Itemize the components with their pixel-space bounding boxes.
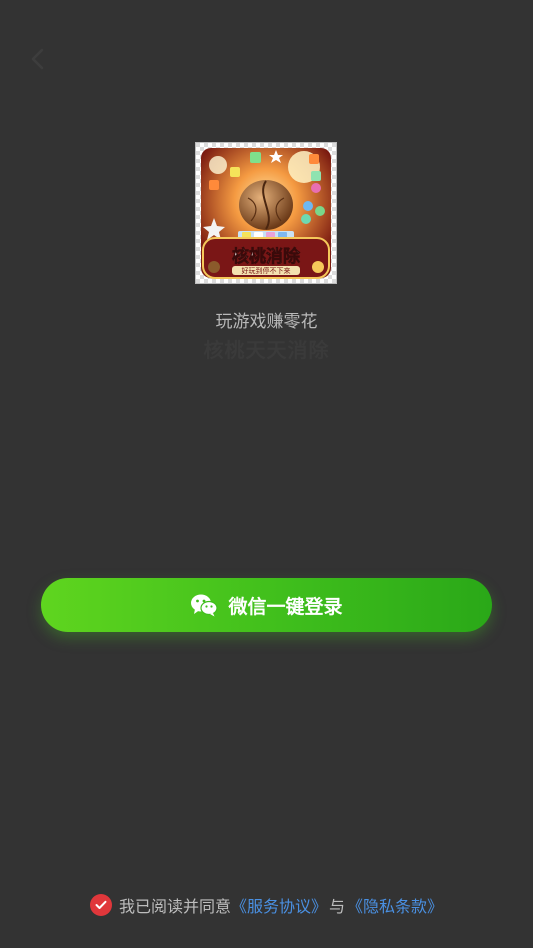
icon-title: 核桃消除 [232, 246, 301, 267]
agree-checkbox[interactable] [89, 894, 112, 916]
agreement-row: 我已阅读并同意 《服务协议》 与 《隐私条款》 [0, 893, 533, 917]
agreement-conjunction: 与 [329, 897, 346, 916]
app-icon: 核桃消除 好玩到停不下来 [195, 142, 337, 284]
chevron-left-icon [31, 48, 44, 70]
check-icon [95, 900, 107, 909]
wechat-icon [190, 593, 219, 617]
tagline: 玩游戏赚零花 [215, 312, 318, 332]
agreement-prefix: 我已阅读并同意 [118, 897, 231, 916]
back-button[interactable] [22, 44, 52, 74]
wechat-login-button[interactable]: 微信一键登录 [41, 578, 492, 632]
subtitle: 核桃天天消除 [203, 338, 330, 362]
privacy-policy-link[interactable]: 《隐私条款》 [347, 893, 443, 917]
service-agreement-link[interactable]: 《服务协议》 [231, 893, 327, 917]
icon-subtitle: 好玩到停不下来 [242, 266, 291, 275]
wechat-login-label: 微信一键登录 [228, 595, 343, 618]
